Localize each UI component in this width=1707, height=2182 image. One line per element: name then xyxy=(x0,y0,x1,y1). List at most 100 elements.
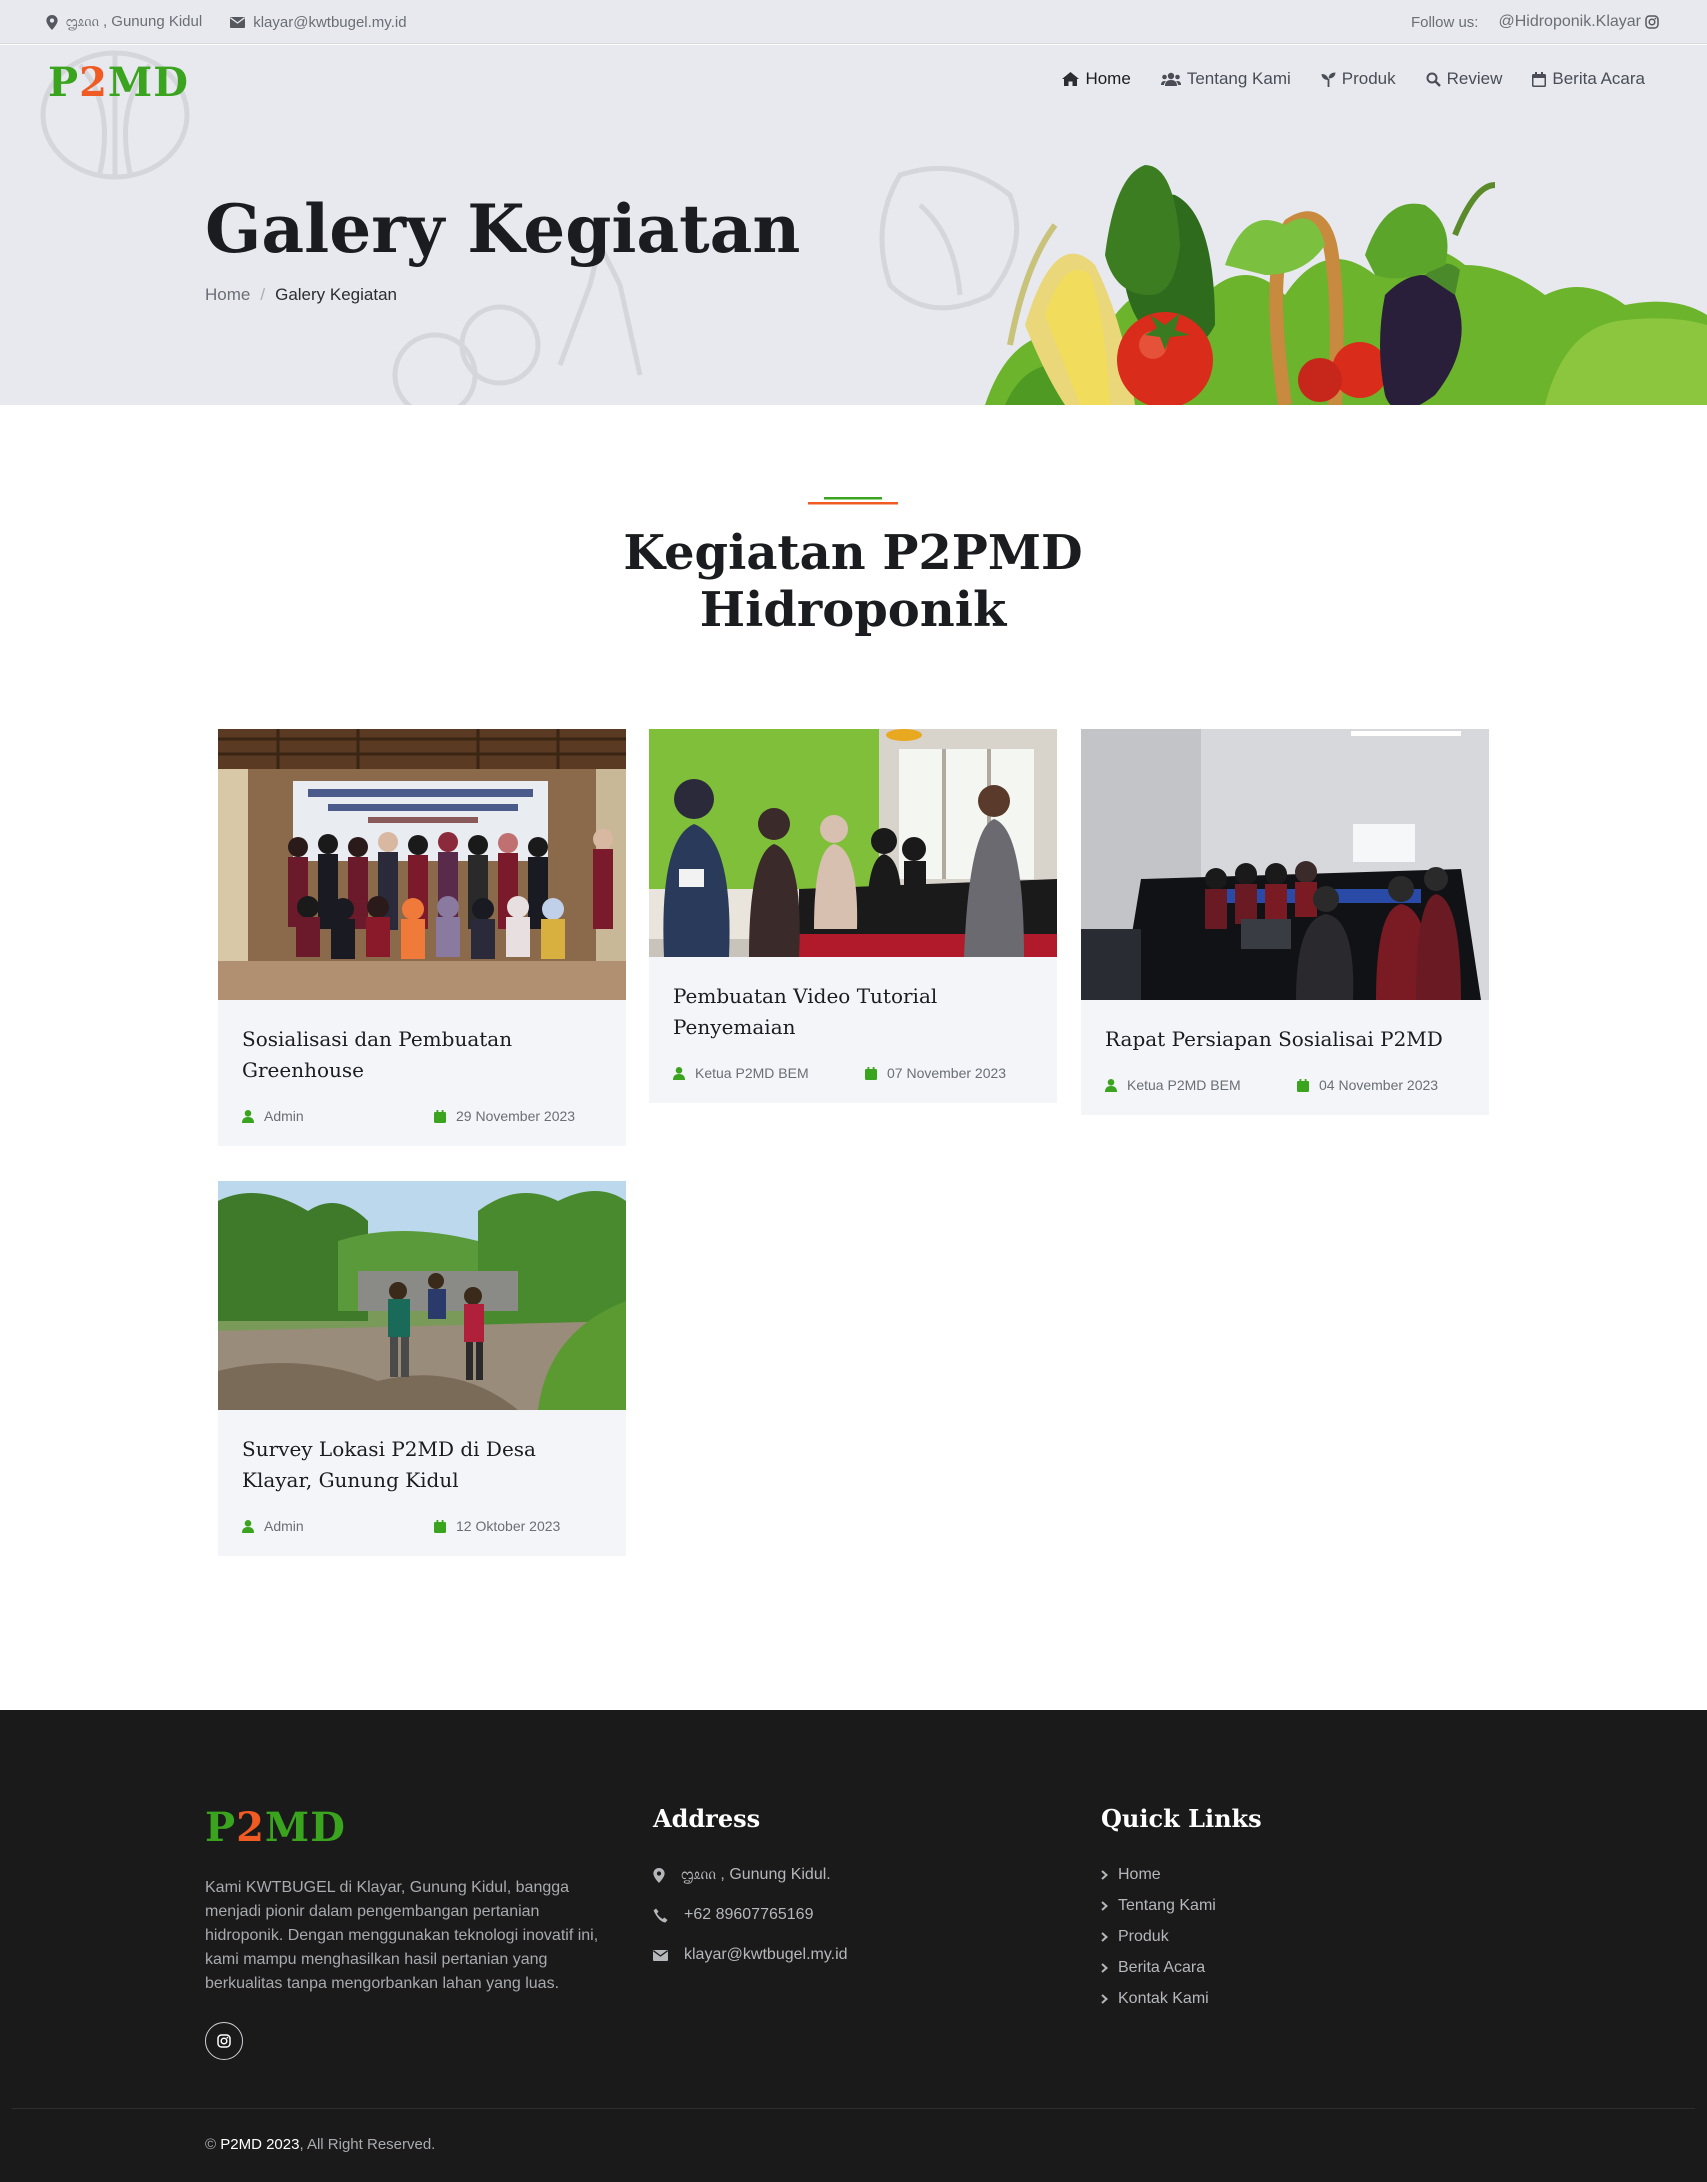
gallery-card[interactable]: Pembuatan Video Tutorial Penyemaian Ketu… xyxy=(649,729,1057,1103)
footer-instagram-button[interactable] xyxy=(205,2022,243,2060)
calendar-icon xyxy=(434,1519,446,1533)
page-title: Galery Kegiatan xyxy=(205,190,801,268)
logo-letters-md: MD xyxy=(107,59,189,106)
copyright-brand[interactable]: P2MD 2023 xyxy=(220,2136,299,2153)
seedling-icon xyxy=(1321,72,1336,87)
user-icon xyxy=(242,1519,254,1533)
nav-berita-acara[interactable]: Berita Acara xyxy=(1532,69,1645,89)
logo-letter-p: P xyxy=(48,59,80,106)
user-icon xyxy=(673,1066,685,1080)
nav-home-label: Home xyxy=(1085,69,1131,88)
follow-handle-text: @Hidroponik.Klayar xyxy=(1498,13,1641,30)
instagram-follow-link[interactable]: @Hidroponik.Klayar xyxy=(1498,13,1659,31)
topbar-email[interactable]: klayar@kwtbugel.my.id xyxy=(230,14,407,31)
gallery-card[interactable]: Rapat Persiapan Sosialisai P2MD Ketua P2… xyxy=(1081,729,1489,1115)
calendar-icon xyxy=(434,1109,446,1123)
footer-address-row: ᦗᦸᦶ , Gunung Kidul. xyxy=(653,1855,848,1895)
logo-digit-2: 2 xyxy=(79,59,108,106)
footer-address-text: ᦗᦸᦶ , Gunung Kidul. xyxy=(681,1866,831,1883)
card-author-text: Ketua P2MD BEM xyxy=(1127,1077,1241,1093)
chevron-right-icon xyxy=(1101,1900,1108,1911)
footer-email-row[interactable]: klayar@kwtbugel.my.id xyxy=(653,1935,848,1975)
footer-quick-links: Home Tentang Kami Produk Berita Acara Ko… xyxy=(1101,1859,1216,2014)
nav-home[interactable]: Home xyxy=(1062,69,1131,89)
footer-link-tentang-kami[interactable]: Tentang Kami xyxy=(1101,1890,1216,1921)
section-title-line-2: Hidroponik xyxy=(699,582,1007,638)
card-photo[interactable] xyxy=(218,729,626,1000)
main-navigation: Home Tentang Kami Produk Review Berita A… xyxy=(1062,69,1645,89)
card-date-text: 12 Oktober 2023 xyxy=(456,1518,561,1534)
footer-email-text: klayar@kwtbugel.my.id xyxy=(684,1946,848,1963)
envelope-icon xyxy=(653,1949,668,1961)
nav-produk-label: Produk xyxy=(1341,69,1396,88)
envelope-icon xyxy=(230,16,246,28)
copyright: © P2MD 2023, All Right Reserved. xyxy=(205,2136,435,2153)
topbar-location: ᦗᦸᦶ , Gunung Kidul xyxy=(46,13,202,31)
footer-link-label: Home xyxy=(1118,1865,1161,1883)
breadcrumb-home[interactable]: Home xyxy=(205,285,250,305)
footer-link-home[interactable]: Home xyxy=(1101,1859,1216,1890)
search-icon xyxy=(1426,72,1441,87)
nav-review-label: Review xyxy=(1446,69,1503,88)
footer-link-kontak-kami[interactable]: Kontak Kami xyxy=(1101,1983,1216,2014)
card-date: 29 November 2023 xyxy=(434,1108,575,1124)
card-title[interactable]: Rapat Persiapan Sosialisai P2MD xyxy=(1105,1024,1465,1055)
card-date-text: 29 November 2023 xyxy=(456,1108,576,1124)
calendar-icon xyxy=(1297,1078,1309,1092)
map-marker-icon xyxy=(653,1867,665,1883)
nav-review[interactable]: Review xyxy=(1426,69,1503,89)
footer-logo-digit-2: 2 xyxy=(236,1804,265,1851)
top-bar: ᦗᦸᦶ , Gunung Kidul klayar@kwtbugel.my.id… xyxy=(0,0,1707,44)
site-logo[interactable]: P2MD xyxy=(48,59,189,106)
copyright-symbol: © xyxy=(205,2136,217,2153)
card-date: 04 November 2023 xyxy=(1297,1077,1438,1093)
footer-logo[interactable]: P2MD xyxy=(205,1804,346,1851)
user-icon xyxy=(242,1109,254,1123)
follow-label: Follow us: xyxy=(1410,13,1479,31)
field-survey-photo-image xyxy=(218,1181,626,1410)
instagram-icon xyxy=(1645,15,1659,29)
group-photo-image xyxy=(218,729,626,1000)
chevron-right-icon xyxy=(1101,1993,1108,2004)
nav-tentang-kami[interactable]: Tentang Kami xyxy=(1160,69,1291,89)
footer-link-label: Kontak Kami xyxy=(1118,1989,1209,2007)
card-author: Ketua P2MD BEM xyxy=(673,1065,865,1081)
chevron-right-icon xyxy=(1101,1931,1108,1942)
footer-link-label: Tentang Kami xyxy=(1118,1896,1216,1914)
calendar-icon xyxy=(1532,71,1547,87)
card-photo[interactable] xyxy=(1081,729,1489,1000)
footer-logo-letter-p: P xyxy=(205,1804,237,1851)
nav-produk[interactable]: Produk xyxy=(1321,69,1396,89)
breadcrumb: Home / Galery Kegiatan xyxy=(205,285,397,305)
card-author: Ketua P2MD BEM xyxy=(1105,1077,1297,1093)
footer-link-berita-acara[interactable]: Berita Acara xyxy=(1101,1952,1216,1983)
card-photo[interactable] xyxy=(218,1181,626,1410)
home-icon xyxy=(1062,72,1080,86)
nav-berita-acara-label: Berita Acara xyxy=(1552,69,1645,88)
map-marker-icon xyxy=(46,14,58,30)
footer-address-block: ᦗᦸᦶ , Gunung Kidul. +62 89607765169 klay… xyxy=(653,1855,848,1975)
card-author-text: Ketua P2MD BEM xyxy=(695,1065,809,1081)
footer-link-produk[interactable]: Produk xyxy=(1101,1921,1216,1952)
phone-icon xyxy=(653,1908,668,1922)
card-author-text: Admin xyxy=(264,1108,304,1124)
card-author-text: Admin xyxy=(264,1518,304,1534)
card-date: 07 November 2023 xyxy=(865,1065,1006,1081)
card-date: 12 Oktober 2023 xyxy=(434,1518,560,1534)
section-title-line-1: Kegiatan P2PMD xyxy=(623,525,1083,581)
breadcrumb-separator: / xyxy=(260,285,266,304)
card-title[interactable]: Sosialisasi dan Pembuatan Greenhouse xyxy=(242,1024,602,1086)
card-title[interactable]: Survey Lokasi P2MD di Desa Klayar, Gunun… xyxy=(242,1434,602,1496)
footer-phone-row: +62 89607765169 xyxy=(653,1895,848,1935)
vegetables-basket-image xyxy=(985,165,1707,405)
card-title[interactable]: Pembuatan Video Tutorial Penyemaian xyxy=(673,981,1033,1043)
breadcrumb-current: Galery Kegiatan xyxy=(275,285,397,304)
footer-phone-text: +62 89607765169 xyxy=(684,1906,814,1923)
gallery-card[interactable]: Survey Lokasi P2MD di Desa Klayar, Gunun… xyxy=(218,1181,626,1556)
card-date-text: 07 November 2023 xyxy=(887,1065,1007,1081)
user-icon xyxy=(1105,1078,1117,1092)
chevron-right-icon xyxy=(1101,1869,1108,1880)
gallery-card[interactable]: Sosialisasi dan Pembuatan Greenhouse Adm… xyxy=(218,729,626,1146)
card-photo[interactable] xyxy=(649,729,1057,957)
footer-link-label: Berita Acara xyxy=(1118,1958,1206,1976)
